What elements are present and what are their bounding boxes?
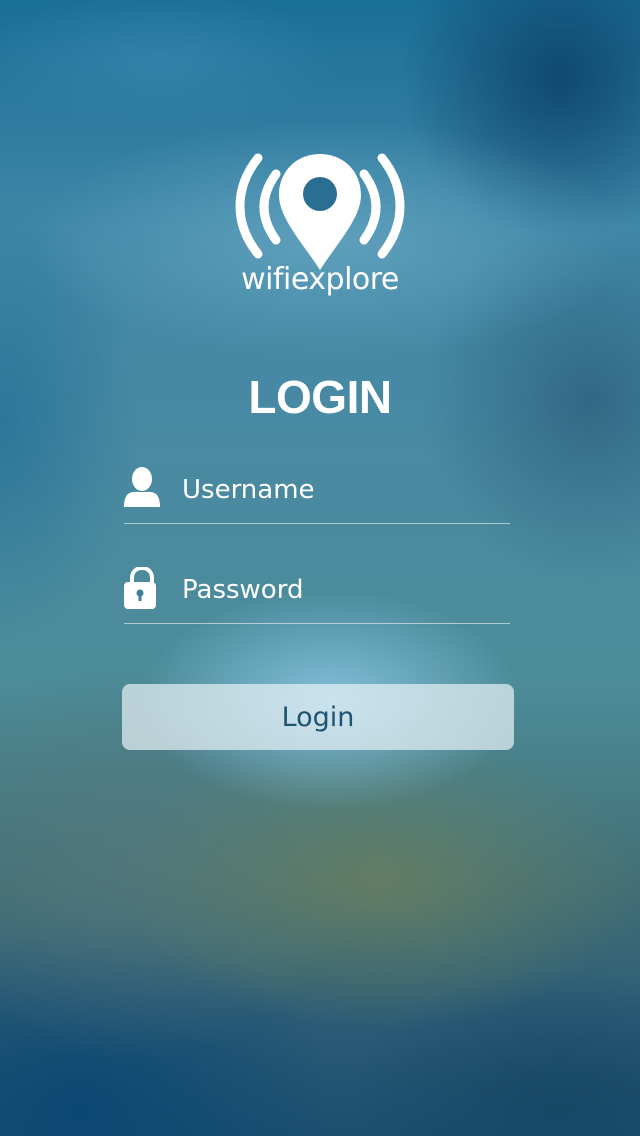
username-input[interactable] — [182, 469, 502, 511]
user-icon — [124, 467, 160, 507]
password-input[interactable] — [182, 569, 502, 611]
login-button[interactable]: Login — [122, 684, 514, 750]
wifi-location-pin-icon — [235, 153, 405, 270]
username-field — [124, 467, 510, 524]
app-name: wifiexplore — [241, 262, 399, 297]
page-title: LOGIN — [248, 371, 392, 423]
password-field — [124, 567, 510, 624]
lock-icon — [124, 567, 156, 609]
login-screen: wifiexplore LOGIN Login — [0, 0, 640, 1136]
